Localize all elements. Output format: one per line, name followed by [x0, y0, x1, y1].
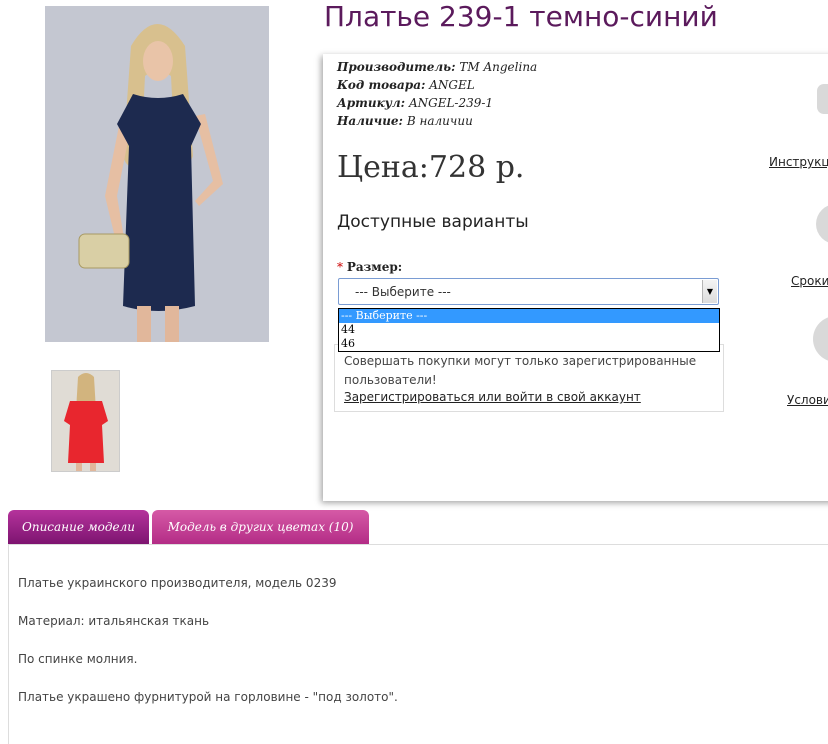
size-option-placeholder[interactable]: --- Выберите --- [339, 309, 719, 323]
product-code-label: Код товара: [337, 78, 426, 92]
variants-heading: Доступные варианты [337, 212, 529, 232]
description-paragraph: По спинке молния. [18, 652, 138, 666]
product-title: Платье 239-1 темно-синий [324, 0, 718, 33]
size-label: * Размер: [337, 260, 402, 274]
product-thumbnail[interactable] [51, 370, 120, 472]
conditions-icon [813, 316, 828, 362]
availability-label: Наличие: [337, 114, 403, 128]
manufacturer-value: ТМ Angelina [459, 60, 538, 74]
thumbnail-illustration [52, 371, 119, 471]
description-paragraph: Платье украинского производителя, модель… [18, 576, 337, 590]
manufacturer-label: Производитель: [337, 60, 456, 74]
product-price: Цена:728 р. [337, 150, 525, 185]
side-info-icon [817, 84, 828, 114]
login-notice: Совершать покупки могут только зарегистр… [334, 344, 724, 412]
product-main-photo[interactable] [45, 6, 269, 342]
availability-value: В наличии [406, 114, 473, 128]
instructions-link[interactable]: Инструкци [769, 155, 828, 169]
size-option-44[interactable]: 44 [339, 323, 719, 337]
size-label-text: Размер: [346, 260, 403, 274]
size-dropdown-list: --- Выберите --- 44 46 [338, 308, 720, 352]
sku-label: Артикул: [337, 96, 406, 110]
size-select-value: --- Выберите --- [355, 285, 451, 299]
chevron-down-icon[interactable]: ▼ [702, 280, 717, 303]
tab-model-description[interactable]: Описание модели [8, 510, 149, 544]
sku-line: Артикул: ANGEL-239-1 [337, 96, 493, 110]
required-mark: * [337, 260, 343, 274]
description-content [8, 544, 828, 744]
tab-other-colors[interactable]: Модель в других цветах (10) [152, 510, 369, 544]
delivery-terms-link[interactable]: Сроки [791, 274, 828, 288]
description-paragraph: Платье украшено фурнитурой на горловине … [18, 690, 398, 704]
dress-photo-illustration [45, 6, 269, 342]
size-select[interactable]: --- Выберите --- ▼ [338, 278, 719, 305]
product-code-value: ANGEL [429, 78, 475, 92]
product-info-panel: Производитель: ТМ Angelina Код товара: A… [323, 54, 828, 501]
product-code-line: Код товара: ANGEL [337, 78, 475, 92]
conditions-link[interactable]: Услови [787, 393, 828, 407]
sku-value: ANGEL-239-1 [408, 96, 494, 110]
register-login-link[interactable]: Зарегистрироваться или войти в свой акка… [344, 390, 641, 404]
size-option-46[interactable]: 46 [339, 337, 719, 351]
availability-line: Наличие: В наличии [337, 114, 473, 128]
manufacturer-line: Производитель: ТМ Angelina [337, 60, 537, 74]
login-notice-text: Совершать покупки могут только зарегистр… [344, 354, 697, 387]
delivery-icon [816, 204, 828, 244]
description-paragraph: Материал: итальянская ткань [18, 614, 210, 628]
